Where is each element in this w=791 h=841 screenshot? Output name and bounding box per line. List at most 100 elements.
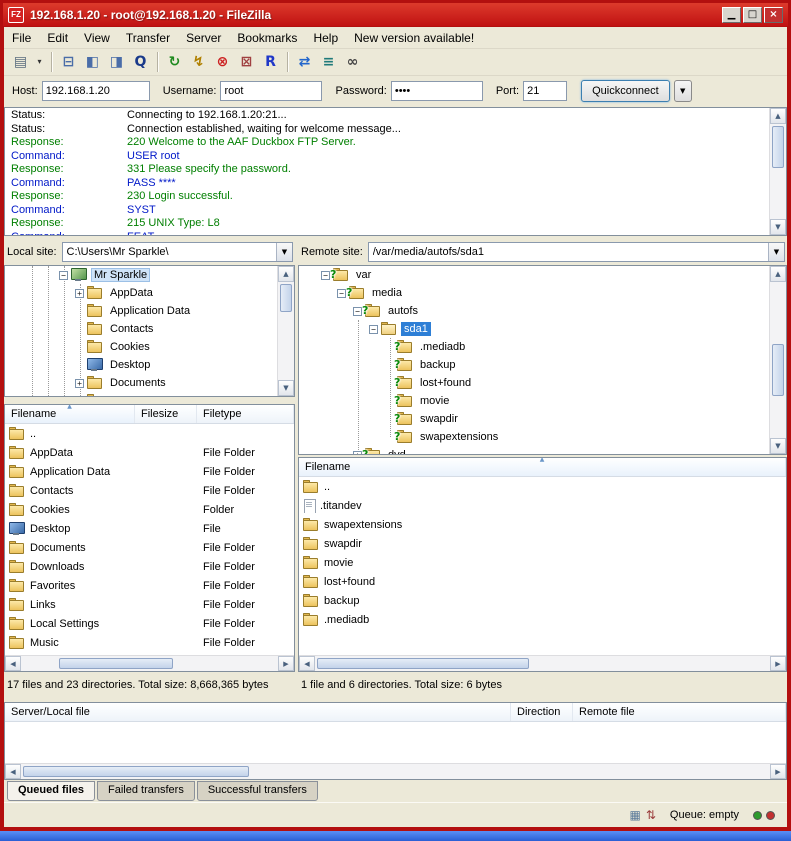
local-file-row-local-settings[interactable]: Local SettingsFile Folder <box>5 614 294 633</box>
scroll-up-button[interactable]: ▲ <box>770 108 786 124</box>
scroll-thumb[interactable] <box>772 344 784 396</box>
local-file-row-contacts[interactable]: ContactsFile Folder <box>5 481 294 500</box>
sync-browsing-icon[interactable]: ≡ <box>317 51 340 73</box>
toggle-remote-tree-icon[interactable]: ◨ <box>105 51 128 73</box>
expand-plus-icon[interactable]: + <box>353 451 362 455</box>
dropdown-arrow-icon[interactable]: ▼ <box>276 243 292 261</box>
collapse-minus-icon[interactable]: − <box>321 271 330 280</box>
scroll-down-button[interactable]: ▼ <box>770 219 786 235</box>
collapse-minus-icon[interactable]: − <box>353 307 362 316</box>
scroll-thumb[interactable] <box>23 766 249 777</box>
column-header-filename[interactable]: Filename▲ <box>299 458 786 476</box>
transfer-indicator-icon[interactable]: ⇅ <box>646 808 656 822</box>
menu-new-version-available[interactable]: New version available! <box>346 29 482 47</box>
remote-file-row-backup[interactable]: backup <box>299 591 786 610</box>
tab-successful-transfers[interactable]: Successful transfers <box>197 781 318 801</box>
remote-tree-item-dvd[interactable]: +?dvd <box>299 446 769 454</box>
remote-tree-item-media[interactable]: −?media <box>299 284 769 302</box>
port-input[interactable] <box>523 81 567 101</box>
minimize-button[interactable]: ▁ <box>722 7 741 23</box>
collapse-minus-icon[interactable]: − <box>337 289 346 298</box>
scroll-left-button[interactable]: ◀ <box>299 656 315 671</box>
password-input[interactable] <box>391 81 483 101</box>
local-tree-item-mr-sparkle[interactable]: −Mr Sparkle <box>5 266 277 284</box>
directory-comparison-icon[interactable]: ⇄ <box>293 51 316 73</box>
column-header-filesize[interactable]: Filesize <box>135 405 197 423</box>
column-header-direction[interactable]: Direction <box>511 703 573 721</box>
column-header-filename[interactable]: Filename▲ <box>5 405 135 423</box>
local-tree-item-cookies[interactable]: Cookies <box>5 338 277 356</box>
scroll-left-button[interactable]: ◀ <box>5 764 21 779</box>
expand-plus-icon[interactable]: + <box>75 289 84 298</box>
remote-file-row-swapextensions[interactable]: swapextensions <box>299 515 786 534</box>
find-files-icon[interactable]: ∞ <box>341 51 364 73</box>
process-queue-icon[interactable]: ↯ <box>187 51 210 73</box>
local-tree-item-contacts[interactable]: Contacts <box>5 320 277 338</box>
scroll-down-button[interactable]: ▼ <box>770 438 786 454</box>
column-header-remote-file[interactable]: Remote file <box>573 703 786 721</box>
menu-file[interactable]: File <box>4 29 39 47</box>
scroll-up-button[interactable]: ▲ <box>770 266 786 282</box>
scroll-down-button[interactable]: ▼ <box>278 380 294 396</box>
remote-file-row-mediadb[interactable]: .mediadb <box>299 610 786 629</box>
local-file-row-desktop[interactable]: DesktopFile <box>5 519 294 538</box>
menu-server[interactable]: Server <box>178 29 229 47</box>
queue-horizontal-scrollbar[interactable]: ◀ ▶ <box>5 763 786 779</box>
toggle-queue-icon[interactable]: Q <box>129 51 152 73</box>
username-input[interactable] <box>220 81 322 101</box>
quickconnect-dropdown-button[interactable]: ▼ <box>674 80 692 102</box>
remote-file-row-lost-found[interactable]: lost+found <box>299 572 786 591</box>
remote-tree-item-lost-found[interactable]: ?lost+found <box>299 374 769 392</box>
menu-view[interactable]: View <box>76 29 118 47</box>
local-file-row-downloads[interactable]: DownloadsFile Folder <box>5 557 294 576</box>
menu-transfer[interactable]: Transfer <box>118 29 178 47</box>
scroll-thumb[interactable] <box>317 658 529 669</box>
remote-file-row-swapdir[interactable]: swapdir <box>299 534 786 553</box>
host-input[interactable] <box>42 81 150 101</box>
server-status-icon[interactable]: ▦ <box>630 808 641 822</box>
remote-file-row-movie[interactable]: movie <box>299 553 786 572</box>
remote-tree-vertical-scrollbar[interactable]: ▲ ▼ <box>769 266 786 454</box>
cancel-icon[interactable]: ⊗ <box>211 51 234 73</box>
local-tree-item-application-data[interactable]: Application Data <box>5 302 277 320</box>
scroll-up-button[interactable]: ▲ <box>278 266 294 282</box>
tab-failed-transfers[interactable]: Failed transfers <box>97 781 195 801</box>
tab-queued-files[interactable]: Queued files <box>7 781 95 801</box>
remote-tree-item-sda1[interactable]: −sda1 <box>299 320 769 338</box>
local-file-row-favorites[interactable]: FavoritesFile Folder <box>5 576 294 595</box>
reconnect-icon[interactable]: R <box>259 51 282 73</box>
expand-plus-icon[interactable]: + <box>75 379 84 388</box>
remote-tree-item-backup[interactable]: ?backup <box>299 356 769 374</box>
site-manager-dropdown-icon[interactable]: ▾ <box>33 51 46 73</box>
local-tree-item-appdata[interactable]: +AppData <box>5 284 277 302</box>
local-site-combo[interactable]: C:\Users\Mr Sparkle\ ▼ <box>62 242 293 262</box>
local-list-horizontal-scrollbar[interactable]: ◀ ▶ <box>5 655 294 671</box>
local-tree-vertical-scrollbar[interactable]: ▲ ▼ <box>277 266 294 396</box>
column-header-filetype[interactable]: Filetype <box>197 405 294 423</box>
menu-help[interactable]: Help <box>305 29 346 47</box>
toggle-local-tree-icon[interactable]: ◧ <box>81 51 104 73</box>
log-vertical-scrollbar[interactable]: ▲ ▼ <box>769 108 786 235</box>
disconnect-icon[interactable]: ⊠ <box>235 51 258 73</box>
scroll-right-button[interactable]: ▶ <box>770 764 786 779</box>
remote-tree-item-movie[interactable]: ?movie <box>299 392 769 410</box>
local-file-row-[interactable]: .. <box>5 424 294 443</box>
remote-list-horizontal-scrollbar[interactable]: ◀ ▶ <box>299 655 786 671</box>
scroll-thumb[interactable] <box>772 126 784 168</box>
maximize-button[interactable]: □ <box>743 7 762 23</box>
local-file-row-application-data[interactable]: Application DataFile Folder <box>5 462 294 481</box>
scroll-left-button[interactable]: ◀ <box>5 656 21 671</box>
remote-file-row-[interactable]: .. <box>299 477 786 496</box>
site-manager-icon[interactable]: ▤ <box>9 51 32 73</box>
remote-file-row-titandev[interactable]: .titandev <box>299 496 786 515</box>
refresh-icon[interactable]: ↻ <box>163 51 186 73</box>
toggle-log-icon[interactable]: ⊟ <box>57 51 80 73</box>
remote-tree-item-var[interactable]: −?var <box>299 266 769 284</box>
remote-tree-item-mediadb[interactable]: ?.mediadb <box>299 338 769 356</box>
collapse-minus-icon[interactable]: − <box>369 325 378 334</box>
dropdown-arrow-icon[interactable]: ▼ <box>768 243 784 261</box>
local-tree-item-downloads[interactable]: Downloads <box>5 392 277 396</box>
local-tree-item-documents[interactable]: +Documents <box>5 374 277 392</box>
remote-site-combo[interactable]: /var/media/autofs/sda1 ▼ <box>368 242 785 262</box>
title-bar[interactable]: FZ 192.168.1.20 - root@192.168.1.20 - Fi… <box>3 3 788 26</box>
